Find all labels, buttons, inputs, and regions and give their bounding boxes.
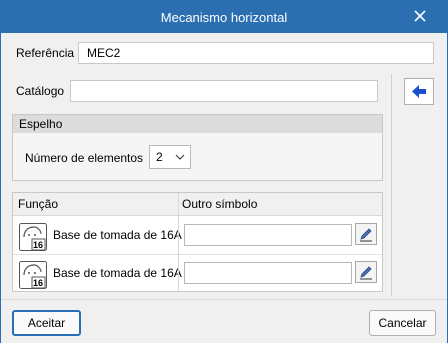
- outro-simbolo-input[interactable]: [184, 224, 352, 246]
- window-title: Mecanismo horizontal: [160, 10, 288, 25]
- dialog-footer: Aceitar Cancelar: [1, 299, 447, 343]
- chevron-down-icon: [175, 154, 185, 160]
- edit-symbol-button[interactable]: [355, 223, 377, 245]
- edit-symbol-button[interactable]: [355, 261, 377, 283]
- socket-amp-text: 16: [33, 278, 44, 288]
- arrow-left-icon: [412, 85, 426, 98]
- table-row: 16 Base de tomada de 16A: [13, 254, 382, 292]
- outro-simbolo-input[interactable]: [184, 262, 352, 284]
- select-from-catalog-button[interactable]: [404, 78, 434, 105]
- catalogo-input[interactable]: [70, 80, 378, 102]
- espelho-panel: Espelho Número de elementos 2: [12, 114, 383, 181]
- row-funcao-label: Base de tomada de 16A: [53, 266, 182, 280]
- numero-elementos-value: 2: [156, 150, 163, 164]
- catalogo-label: Catálogo: [16, 84, 65, 98]
- outro-simbolo-header: Outro símbolo: [182, 197, 258, 211]
- table-row: 16 Base de tomada de 16A: [13, 216, 382, 255]
- table-header: Função Outro símbolo: [13, 193, 382, 216]
- cancel-button[interactable]: Cancelar: [369, 310, 436, 336]
- socket-amp-text: 16: [33, 240, 44, 250]
- column-divider: [178, 193, 179, 291]
- close-icon[interactable]: [411, 7, 429, 25]
- accept-button[interactable]: Aceitar: [12, 310, 81, 336]
- funcao-table: Função Outro símbolo 16 Base de tomada d…: [12, 192, 383, 292]
- numero-elementos-label: Número de elementos: [25, 151, 144, 165]
- title-bar: Mecanismo horizontal: [1, 1, 447, 33]
- dialog-window: Mecanismo horizontal Referência MEC2 Cat…: [0, 0, 448, 343]
- referencia-label: Referência: [16, 46, 75, 60]
- numero-elementos-select[interactable]: 2: [149, 145, 191, 169]
- espelho-header: Espelho: [13, 115, 382, 133]
- pencil-icon: [360, 228, 372, 242]
- referencia-input[interactable]: MEC2: [78, 42, 434, 64]
- row-funcao-label: Base de tomada de 16A: [53, 228, 182, 242]
- pencil-icon: [360, 266, 372, 280]
- funcao-header: Função: [18, 197, 59, 211]
- vertical-separator: [391, 74, 392, 296]
